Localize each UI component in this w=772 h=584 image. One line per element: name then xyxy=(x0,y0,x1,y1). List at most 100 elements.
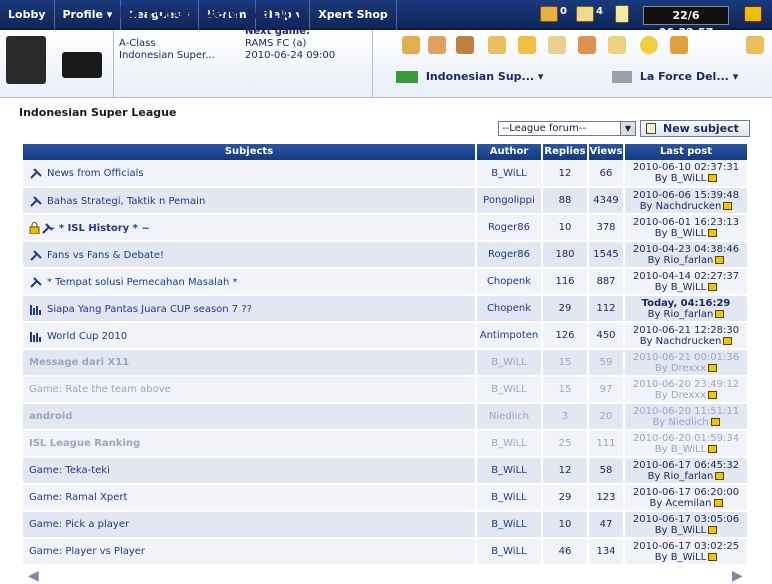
subject-link[interactable]: Fans vs Fans & Debate! xyxy=(47,250,164,261)
last-post-author[interactable]: By Niedlich xyxy=(652,417,708,428)
scroll-right-icon[interactable]: ▶ xyxy=(732,568,743,584)
last-post-author[interactable]: By B_WiLL xyxy=(655,552,706,563)
author-cell[interactable]: B_WiLL xyxy=(476,484,543,512)
last-post-author[interactable]: By Nachdrucken xyxy=(640,336,722,347)
go-to-last-post-icon[interactable] xyxy=(708,552,718,561)
replies-cell: 25 xyxy=(542,430,589,458)
go-to-last-post-icon[interactable] xyxy=(708,390,718,399)
col-author: Author xyxy=(476,144,543,160)
forum-select[interactable]: --League forum-- ▼ xyxy=(498,121,636,136)
go-to-last-post-icon[interactable] xyxy=(715,471,725,480)
author-cell[interactable]: B_WiLL xyxy=(476,160,543,188)
last-post-date: 2010-06-17 06:45:32 xyxy=(632,459,740,471)
last-post-author[interactable]: By Rio_farlan xyxy=(648,255,714,266)
last-post-author[interactable]: By Rio_farlan xyxy=(648,471,714,482)
go-to-last-post-icon[interactable] xyxy=(715,255,725,264)
club-name[interactable]: La Force Dela Nature xyxy=(119,3,309,22)
last-post-date: 2010-04-14 02:27:37 xyxy=(632,270,740,282)
author-cell[interactable]: B_WiLL xyxy=(476,376,543,404)
views-cell: 20 xyxy=(588,403,625,431)
go-to-last-post-icon[interactable] xyxy=(723,201,733,210)
subject-cell: Bahas Strategi, Taktik n Pemain xyxy=(23,187,477,215)
author-cell[interactable]: Roger86 xyxy=(476,214,543,242)
subject-link[interactable]: World Cup 2010 xyxy=(47,331,127,342)
last-post-author[interactable]: By B_WiLL xyxy=(655,444,706,455)
go-to-last-post-icon[interactable] xyxy=(708,363,718,372)
transfer-icon[interactable] xyxy=(608,36,626,54)
go-to-last-post-icon[interactable] xyxy=(708,174,718,182)
author-cell[interactable]: B_WiLL xyxy=(476,538,543,566)
subject-link[interactable]: Game: Ramal Xpert xyxy=(29,492,127,503)
messages-icon[interactable] xyxy=(576,6,594,22)
logout-icon[interactable] xyxy=(744,6,762,22)
table-row: android Niedlich 3 20 2010-06-20 11:51:1… xyxy=(23,403,749,431)
author-cell[interactable]: B_WiLL xyxy=(476,511,543,539)
subject-link[interactable]: ISL League Ranking xyxy=(29,438,140,449)
next-opponent[interactable]: RAMS FC (a) xyxy=(245,38,335,50)
author-cell[interactable]: Antimpoten xyxy=(476,322,543,350)
subject-link[interactable]: Siapa Yang Pantas Juara CUP season 7 ?? xyxy=(47,304,252,315)
go-to-last-post-icon[interactable] xyxy=(708,444,718,453)
go-to-last-post-icon[interactable] xyxy=(708,282,718,291)
go-to-last-post-icon[interactable] xyxy=(713,498,723,507)
author-cell[interactable]: Roger86 xyxy=(476,241,543,269)
author-cell[interactable]: Pongolippi xyxy=(476,187,543,215)
author-cell[interactable]: Chopenk xyxy=(476,268,543,296)
go-to-last-post-icon[interactable] xyxy=(710,417,720,426)
scroll-left-icon[interactable]: ◀ xyxy=(28,568,39,584)
subject-link[interactable]: Game: Teka-teki xyxy=(29,465,110,476)
smiley-icon[interactable] xyxy=(640,36,658,54)
subject-link[interactable]: News from Officials xyxy=(47,168,144,179)
new-subject-button[interactable]: New subject xyxy=(640,120,750,137)
notes-icon[interactable] xyxy=(548,36,566,54)
last-post-author[interactable]: By Drexxx xyxy=(655,390,706,401)
menu-profile[interactable]: Profile ▾ xyxy=(55,0,122,30)
views-cell: 59 xyxy=(588,349,625,377)
last-post-author[interactable]: By B_WiLL xyxy=(655,173,706,184)
subject-link[interactable]: Game: Player vs Player xyxy=(29,546,145,557)
subject-link[interactable]: android xyxy=(29,411,72,422)
wand-icon[interactable] xyxy=(746,36,764,54)
last-post-author[interactable]: By Nachdrucken xyxy=(640,201,722,212)
coach-icon[interactable] xyxy=(402,36,420,54)
training-icon[interactable] xyxy=(578,36,596,54)
menu-lobby[interactable]: Lobby xyxy=(0,0,55,30)
go-to-last-post-icon[interactable] xyxy=(708,525,718,534)
views-cell: 4349 xyxy=(588,187,625,215)
replies-cell: 12 xyxy=(542,160,589,188)
club-league[interactable]: Indonesian Super... xyxy=(119,50,215,62)
last-post-author[interactable]: By Acemilan xyxy=(649,498,711,509)
trophy-icon[interactable] xyxy=(488,36,506,54)
last-post-author[interactable]: By B_WiLL xyxy=(655,282,706,293)
subject-link[interactable]: Game: Rate the team above xyxy=(29,384,171,395)
last-post-author[interactable]: By B_WiLL xyxy=(655,228,706,239)
subject-link[interactable]: ~ * ISL History * ~ xyxy=(47,223,150,234)
last-post-cell: 2010-06-10 02:37:31 By B_WiLL xyxy=(624,160,749,188)
last-post-author[interactable]: By B_WiLL xyxy=(655,525,706,536)
author-cell[interactable]: B_WiLL xyxy=(476,430,543,458)
author-cell[interactable]: B_WiLL xyxy=(476,349,543,377)
go-to-last-post-icon[interactable] xyxy=(708,228,718,237)
mail-icon[interactable] xyxy=(540,6,558,22)
shoe-icon[interactable] xyxy=(428,36,446,54)
notepad-icon[interactable] xyxy=(615,5,629,23)
subject-link[interactable]: Message dari X11 xyxy=(29,357,129,368)
finance-icon[interactable] xyxy=(518,36,536,54)
col-last-post: Last post xyxy=(624,144,749,160)
table-row: News from Officials B_WiLL 12 66 2010-06… xyxy=(23,160,749,188)
author-cell[interactable]: Chopenk xyxy=(476,295,543,323)
subject-link[interactable]: Bahas Strategi, Taktik n Pemain xyxy=(47,196,205,207)
team-icon[interactable] xyxy=(670,36,688,54)
stadium-icon[interactable] xyxy=(456,36,474,54)
last-post-author[interactable]: By Drexxx xyxy=(655,363,706,374)
subject-link[interactable]: * Tempat solusi Pemecahan Masalah * xyxy=(47,277,238,288)
subject-link[interactable]: Game: Pick a player xyxy=(29,519,129,530)
go-to-last-post-icon[interactable] xyxy=(723,336,733,345)
author-cell[interactable]: B_WiLL xyxy=(476,457,543,485)
league-selector[interactable]: Indonesian Sup... ▾ xyxy=(396,66,596,88)
last-post-author[interactable]: By Rio_farlan xyxy=(648,309,714,320)
pin-icon xyxy=(29,276,43,288)
author-cell[interactable]: Niedlich xyxy=(476,403,543,431)
team-selector[interactable]: La Force Del... ▾ xyxy=(612,66,762,88)
go-to-last-post-icon[interactable] xyxy=(715,309,725,318)
